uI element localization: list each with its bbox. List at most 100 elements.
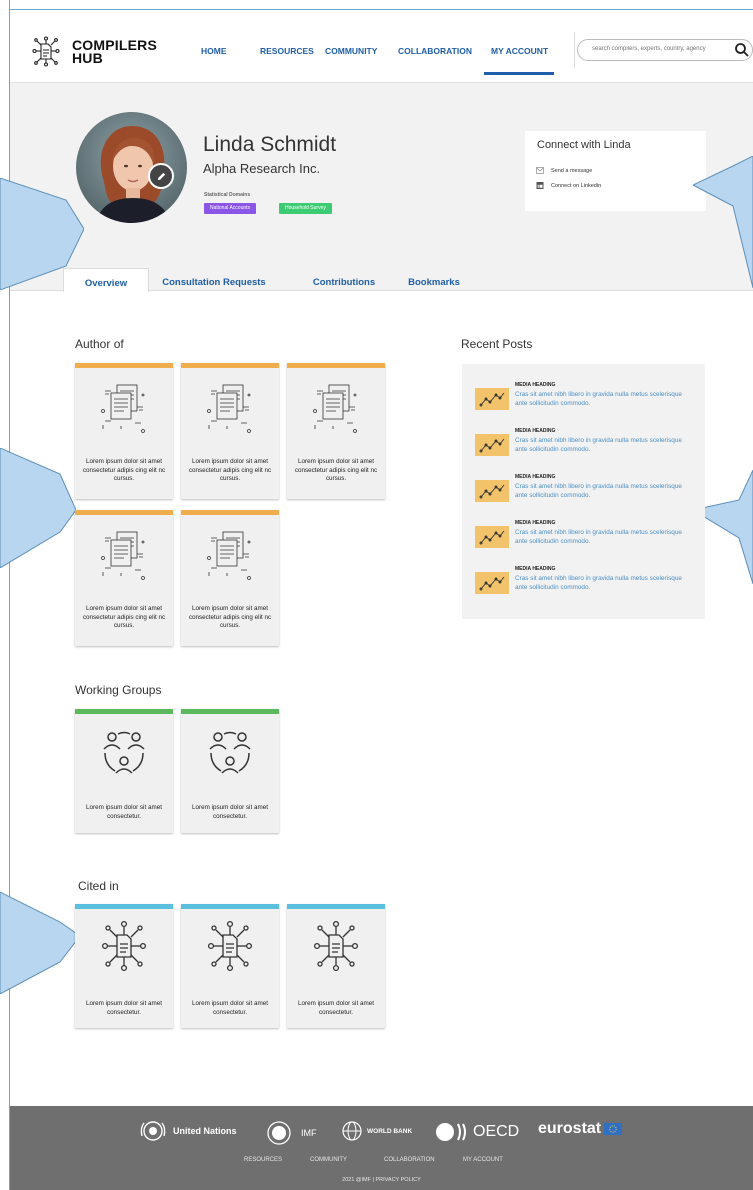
globe-icon	[342, 1121, 362, 1141]
recent-posts-panel: MEDIA HEADING Cras sit amet nibh libero …	[462, 364, 705, 619]
footer-partner-un-label: United Nations	[173, 1126, 237, 1136]
envelope-icon	[536, 167, 544, 174]
post-item[interactable]: MEDIA HEADING Cras sit amet nibh libero …	[475, 566, 700, 606]
eu-flag-icon	[604, 1123, 623, 1135]
documents-icon	[207, 531, 251, 580]
working-group-card[interactable]: Lorem ipsum dolor sit amet consectetur.	[75, 709, 173, 833]
pencil-icon	[157, 172, 165, 180]
domain-tag-national-accounts[interactable]: National Accounts	[204, 203, 257, 214]
post-heading: MEDIA HEADING	[515, 474, 556, 480]
footer-partner-imf-label: IMF	[301, 1128, 317, 1138]
connect-title: Connect with Linda	[537, 139, 631, 151]
search-input[interactable]	[592, 46, 722, 52]
card-text: Lorem ipsum dolor sit amet consectetur a…	[82, 458, 166, 482]
footer-partner-un[interactable]: United Nations	[138, 1120, 237, 1142]
post-body[interactable]: Cras sit amet nibh libero in gravida nul…	[515, 436, 693, 454]
group-icon	[209, 731, 251, 774]
linkedin-link[interactable]: Connect on Linkedin	[536, 182, 601, 189]
card-accent-bar	[181, 510, 279, 515]
footer-link-my-account[interactable]: MY ACCOUNT	[463, 1157, 503, 1163]
documents-icon	[101, 384, 145, 433]
trend-chart-icon	[479, 530, 505, 545]
cited-in-card[interactable]: Lorem ipsum dolor sit amet consectetur.	[75, 904, 173, 1028]
imf-seal-icon	[267, 1121, 291, 1145]
post-thumbnail	[475, 526, 509, 548]
card-text: Lorem ipsum dolor sit amet consectetur.	[298, 1000, 374, 1016]
footer-partner-oecd[interactable]: OECD	[433, 1120, 519, 1144]
footer-partner-eurostat[interactable]: eurostat	[538, 1120, 623, 1138]
search-box[interactable]	[577, 39, 753, 61]
edit-avatar-button[interactable]	[148, 163, 174, 189]
card-accent-bar	[287, 363, 385, 368]
card-text: Lorem ipsum dolor sit amet consectetur.	[86, 804, 162, 820]
footer-link-resources[interactable]: RESOURCES	[244, 1157, 282, 1163]
card-text: Lorem ipsum dolor sit amet consectetur.	[192, 804, 268, 820]
post-thumbnail	[475, 480, 509, 502]
author-card[interactable]: Lorem ipsum dolor sit amet consectetur a…	[181, 510, 279, 646]
tab-bookmarks[interactable]: Bookmarks	[400, 268, 468, 292]
nav-collaboration[interactable]: COLLABORATION	[398, 46, 472, 56]
recent-posts-title: Recent Posts	[461, 337, 533, 351]
nav-home[interactable]: HOME	[201, 46, 227, 56]
nav-divider	[574, 32, 575, 68]
nav-my-account[interactable]: MY ACCOUNT	[491, 46, 548, 56]
site-logo[interactable]: COMPILERS HUB	[30, 35, 157, 69]
post-body[interactable]: Cras sit amet nibh libero in gravida nul…	[515, 482, 693, 500]
tab-contributions[interactable]: Contributions	[305, 268, 383, 292]
domain-tag-household-survey[interactable]: Household Survey	[279, 203, 332, 214]
card-accent-bar	[287, 904, 385, 909]
send-message-link[interactable]: Send a message	[536, 167, 592, 174]
card-accent-bar	[181, 709, 279, 714]
site-footer: United Nations IMF WORLD BANK OECD euros…	[10, 1106, 753, 1190]
footer-partner-eurostat-label: eurostat	[538, 1120, 602, 1137]
card-accent-bar	[181, 904, 279, 909]
documents-icon	[207, 384, 251, 433]
working-group-card[interactable]: Lorem ipsum dolor sit amet consectetur.	[181, 709, 279, 833]
post-thumbnail	[475, 388, 509, 410]
card-accent-bar	[181, 363, 279, 368]
author-card[interactable]: Lorem ipsum dolor sit amet consectetur a…	[75, 510, 173, 646]
trend-chart-icon	[479, 576, 505, 591]
cited-in-title: Cited in	[78, 879, 119, 893]
linkedin-label: Connect on Linkedin	[551, 182, 602, 189]
nav-community[interactable]: COMMUNITY	[325, 46, 377, 56]
cited-document-icon	[313, 920, 359, 972]
footer-partner-imf[interactable]: IMF	[265, 1120, 317, 1146]
author-card[interactable]: Lorem ipsum dolor sit amet consectetur a…	[181, 363, 279, 499]
cited-in-card[interactable]: Lorem ipsum dolor sit amet consectetur.	[287, 904, 385, 1028]
profile-name: Linda Schmidt	[203, 133, 337, 156]
post-item[interactable]: MEDIA HEADING Cras sit amet nibh libero …	[475, 428, 700, 468]
trend-chart-icon	[479, 438, 505, 453]
cited-in-card[interactable]: Lorem ipsum dolor sit amet consectetur.	[181, 904, 279, 1028]
post-item[interactable]: MEDIA HEADING Cras sit amet nibh libero …	[475, 382, 700, 422]
post-item[interactable]: MEDIA HEADING Cras sit amet nibh libero …	[475, 520, 700, 560]
post-item[interactable]: MEDIA HEADING Cras sit amet nibh libero …	[475, 474, 700, 514]
card-text: Lorem ipsum dolor sit amet consectetur a…	[188, 605, 272, 629]
footer-partner-worldbank[interactable]: WORLD BANK	[340, 1120, 412, 1142]
hub-document-icon	[32, 36, 60, 67]
footer-link-collaboration[interactable]: COLLABORATION	[384, 1157, 435, 1163]
post-heading: MEDIA HEADING	[515, 428, 556, 434]
card-text: Lorem ipsum dolor sit amet consectetur.	[86, 1000, 162, 1016]
search-icon[interactable]	[734, 42, 750, 58]
author-card[interactable]: Lorem ipsum dolor sit amet consectetur a…	[287, 363, 385, 499]
post-body[interactable]: Cras sit amet nibh libero in gravida nul…	[515, 390, 693, 408]
card-accent-bar	[75, 904, 173, 909]
author-card[interactable]: Lorem ipsum dolor sit amet consectetur a…	[75, 363, 173, 499]
callout-connect	[693, 156, 753, 288]
tab-consultation-requests[interactable]: Consultation Requests	[155, 268, 273, 292]
footer-link-community[interactable]: COMMUNITY	[310, 1157, 347, 1163]
nav-resources[interactable]: RESOURCES	[260, 46, 314, 56]
post-body[interactable]: Cras sit amet nibh libero in gravida nul…	[515, 574, 693, 592]
post-body[interactable]: Cras sit amet nibh libero in gravida nul…	[515, 528, 693, 546]
send-message-label: Send a message	[551, 167, 593, 174]
callout-cited	[0, 892, 80, 994]
working-groups-title: Working Groups	[75, 683, 162, 697]
site-header: COMPILERS HUB HOME RESOURCES COMMUNITY C…	[10, 10, 753, 83]
footer-copyright[interactable]: 2021 @IMF | PRIVACY POLICY	[10, 1177, 753, 1183]
brand-line-2: HUB	[72, 50, 103, 66]
post-thumbnail	[475, 434, 509, 456]
card-text: Lorem ipsum dolor sit amet consectetur.	[192, 1000, 268, 1016]
footer-partner-worldbank-label: WORLD BANK	[367, 1127, 413, 1135]
card-accent-bar	[75, 363, 173, 368]
